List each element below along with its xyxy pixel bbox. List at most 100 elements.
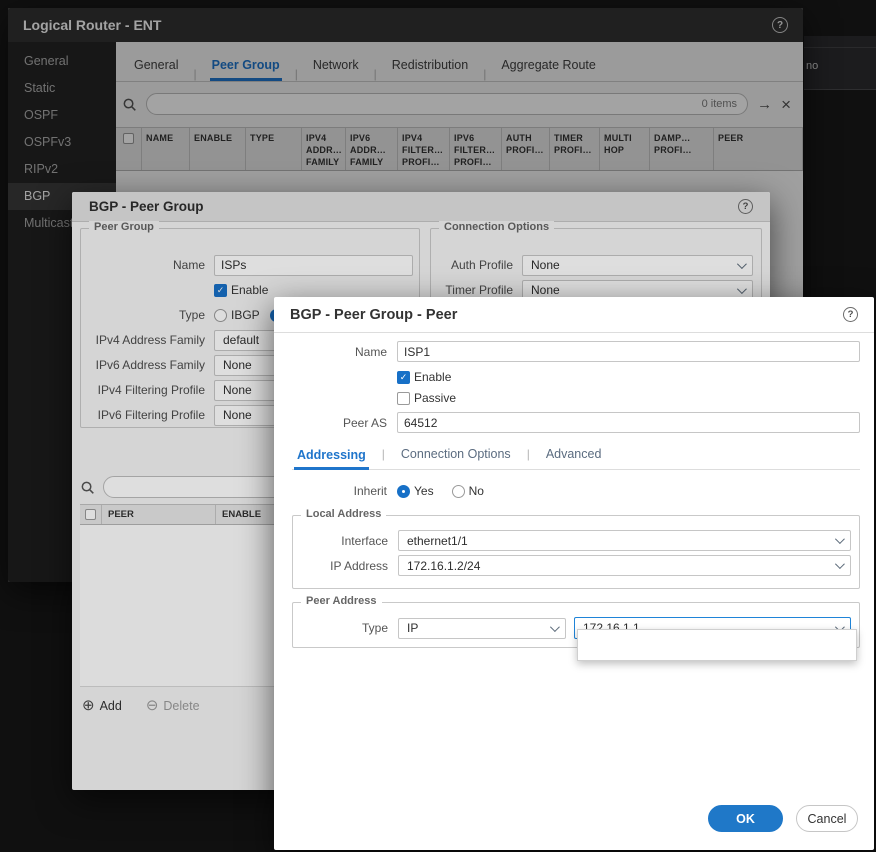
bgp-tab-bar: General Peer Group Network Redistributio… bbox=[116, 42, 803, 82]
type-label: Type bbox=[87, 308, 205, 322]
table-actions: Add Delete bbox=[82, 698, 200, 713]
inherit-label: Inherit bbox=[292, 484, 387, 498]
dialog-title: BGP - Peer Group - Peer bbox=[290, 307, 457, 323]
column-header-name[interactable]: NAME bbox=[142, 128, 190, 170]
peer-name-input[interactable] bbox=[397, 341, 860, 362]
search-icon bbox=[122, 97, 137, 112]
chevron-down-icon bbox=[737, 284, 747, 294]
delete-icon bbox=[146, 698, 159, 713]
apply-filter-icon[interactable] bbox=[757, 97, 772, 112]
ip-address-label: IP Address bbox=[293, 559, 388, 573]
inherit-yes-label: Yes bbox=[414, 484, 434, 498]
sidebar-item-static[interactable]: Static bbox=[8, 75, 116, 102]
tab-addressing[interactable]: Addressing bbox=[294, 440, 369, 470]
select-all-cell bbox=[116, 128, 142, 170]
chevron-down-icon bbox=[737, 259, 747, 269]
tab-connection-options[interactable]: Connection Options bbox=[398, 439, 514, 469]
background-row-divider bbox=[804, 47, 876, 48]
delete-button[interactable]: Delete bbox=[146, 698, 200, 713]
passive-label: Passive bbox=[414, 391, 456, 405]
column-header-multi-hop[interactable]: MULTI HOP bbox=[600, 128, 650, 170]
sidebar-item-ospf[interactable]: OSPF bbox=[8, 102, 116, 129]
enable-checkbox[interactable] bbox=[397, 371, 410, 384]
interface-label: Interface bbox=[293, 534, 388, 548]
column-header-damp-profile[interactable]: DAMP… PROFI… bbox=[650, 128, 714, 170]
peer-group-name-input[interactable] bbox=[214, 255, 413, 276]
ok-button[interactable]: OK bbox=[708, 805, 783, 832]
timer-profile-label: Timer Profile bbox=[437, 283, 513, 297]
sidebar-item-general[interactable]: General bbox=[8, 48, 116, 75]
column-header-ipv4-addr-family[interactable]: IPV4 ADDR… FAMILY bbox=[302, 128, 346, 170]
column-header-type[interactable]: TYPE bbox=[246, 128, 302, 170]
select-all-checkbox[interactable] bbox=[123, 133, 134, 144]
background-partial-text: no bbox=[806, 60, 818, 72]
inherit-yes-radio[interactable] bbox=[397, 485, 410, 498]
help-icon[interactable] bbox=[772, 17, 788, 33]
column-header-auth-profile[interactable]: AUTH PROFI… bbox=[502, 128, 550, 170]
background-page-fragment: no bbox=[804, 36, 876, 90]
tab-divider bbox=[483, 67, 486, 81]
peer-as-input[interactable] bbox=[397, 412, 860, 433]
tab-general[interactable]: General bbox=[132, 49, 180, 81]
add-button[interactable]: Add bbox=[82, 698, 122, 713]
tab-divider bbox=[295, 67, 298, 81]
peer-address-type-select[interactable]: IP bbox=[398, 618, 566, 639]
chevron-down-icon bbox=[835, 559, 845, 569]
local-address-fieldset: Local Address Interface ethernet1/1 IP A… bbox=[292, 515, 860, 589]
clear-filter-icon[interactable] bbox=[781, 96, 791, 113]
inherit-no-radio[interactable] bbox=[452, 485, 465, 498]
sidebar-item-ripv2[interactable]: RIPv2 bbox=[8, 156, 116, 183]
help-icon[interactable] bbox=[738, 199, 753, 214]
column-header-peer[interactable]: PEER bbox=[714, 128, 803, 170]
tab-divider bbox=[193, 67, 196, 81]
ipv4-address-family-label: IPv4 Address Family bbox=[87, 333, 205, 347]
column-header-timer-profile[interactable]: TIMER PROFI… bbox=[550, 128, 600, 170]
bgp-peer-dialog: BGP - Peer Group - Peer Name Enable Pass… bbox=[274, 297, 874, 850]
cancel-button[interactable]: Cancel bbox=[796, 805, 858, 832]
type-ibgp-label: IBGP bbox=[231, 308, 260, 322]
peer-group-table-header: NAME ENABLE TYPE IPV4 ADDR… FAMILY IPV6 … bbox=[116, 127, 803, 171]
add-icon bbox=[82, 698, 95, 713]
auth-profile-select[interactable]: None bbox=[522, 255, 753, 276]
peer-group-search-bar: 0 items bbox=[122, 91, 791, 117]
tab-network[interactable]: Network bbox=[311, 49, 361, 81]
dialog-title: Logical Router - ENT bbox=[23, 17, 161, 33]
search-icon bbox=[80, 480, 95, 495]
search-field: 0 items bbox=[146, 93, 748, 115]
dialog-content: Name Enable Passive Peer AS Addressing C… bbox=[274, 333, 874, 648]
ip-address-select[interactable]: 172.16.1.2/24 bbox=[398, 555, 851, 576]
passive-checkbox[interactable] bbox=[397, 392, 410, 405]
enable-label: Enable bbox=[231, 283, 268, 297]
tab-aggregate-route[interactable]: Aggregate Route bbox=[499, 49, 598, 81]
column-header-enable[interactable]: ENABLE bbox=[190, 128, 246, 170]
chevron-down-icon bbox=[550, 622, 560, 632]
ipv4-filtering-profile-label: IPv4 Filtering Profile bbox=[87, 383, 205, 397]
inherit-no-label: No bbox=[469, 484, 484, 498]
fieldset-legend: Peer Address bbox=[301, 595, 382, 607]
fieldset-legend: Connection Options bbox=[439, 221, 554, 233]
ipv6-address-family-label: IPv6 Address Family bbox=[87, 358, 205, 372]
search-input[interactable] bbox=[157, 97, 702, 111]
dialog-header: BGP - Peer Group bbox=[72, 192, 770, 222]
column-header-ipv6-addr-family[interactable]: IPV6 ADDR… FAMILY bbox=[346, 128, 398, 170]
interface-select[interactable]: ethernet1/1 bbox=[398, 530, 851, 551]
items-count: 0 items bbox=[702, 98, 737, 110]
tab-redistribution[interactable]: Redistribution bbox=[390, 49, 470, 81]
select-all-cell bbox=[80, 505, 102, 524]
column-header-ipv6-filter-profile[interactable]: IPV6 FILTER… PROFI… bbox=[450, 128, 502, 170]
chevron-down-icon bbox=[835, 534, 845, 544]
peer-tab-bar: Addressing Connection Options Advanced bbox=[292, 439, 860, 470]
column-header-ipv4-filter-profile[interactable]: IPV4 FILTER… PROFI… bbox=[398, 128, 450, 170]
fieldset-legend: Local Address bbox=[301, 508, 386, 520]
enable-checkbox[interactable] bbox=[214, 284, 227, 297]
select-all-checkbox[interactable] bbox=[85, 509, 96, 520]
tab-advanced[interactable]: Advanced bbox=[543, 439, 605, 469]
auth-profile-label: Auth Profile bbox=[437, 258, 513, 272]
tab-peer-group[interactable]: Peer Group bbox=[210, 49, 282, 81]
sidebar-item-ospfv3[interactable]: OSPFv3 bbox=[8, 129, 116, 156]
dialog-title: BGP - Peer Group bbox=[89, 199, 204, 214]
column-header-peer[interactable]: PEER bbox=[102, 505, 216, 524]
fieldset-legend: Peer Group bbox=[89, 221, 159, 233]
type-ibgp-radio[interactable] bbox=[214, 309, 227, 322]
help-icon[interactable] bbox=[843, 307, 858, 322]
